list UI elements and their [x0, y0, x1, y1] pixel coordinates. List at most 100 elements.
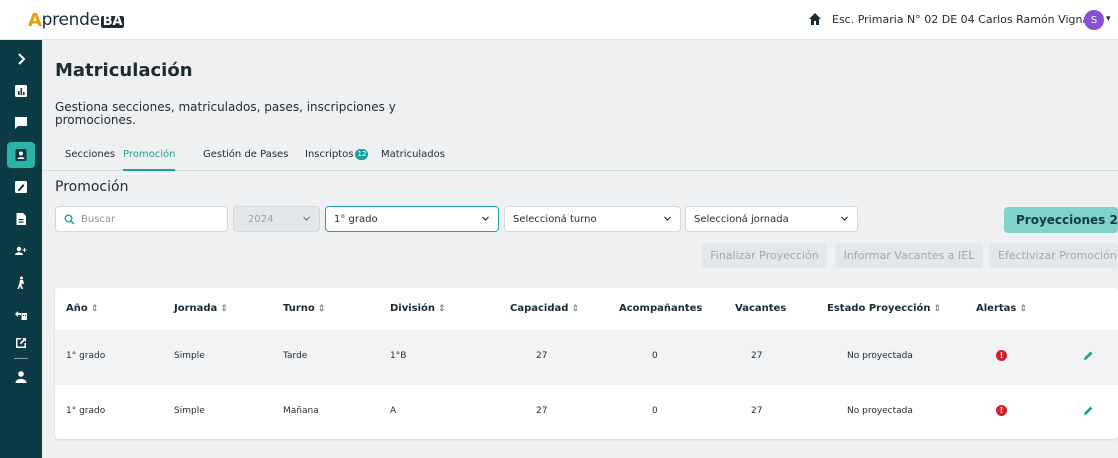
- edit-icon[interactable]: [1082, 404, 1095, 417]
- column-header-jornada[interactable]: Jornada ⇕: [174, 303, 228, 314]
- cell-anio: 1° grado: [66, 406, 106, 416]
- sidebar-item-transfers[interactable]: [7, 302, 35, 328]
- tab-secciones[interactable]: Secciones: [65, 149, 115, 169]
- cell-estado-proyeccion: No proyectada: [847, 351, 913, 361]
- cell-vacantes: 27: [751, 351, 763, 361]
- page-description: Gestiona secciones, matriculados, pases,…: [55, 100, 396, 127]
- cell-vacantes: 27: [751, 406, 763, 416]
- column-label: Acompañantes: [619, 303, 703, 314]
- tab-label: Matriculados: [381, 149, 445, 160]
- tab-promocion[interactable]: Promoción: [123, 149, 176, 171]
- grade-select[interactable]: 1° grado: [325, 206, 499, 232]
- cell-anio: 1° grado: [66, 351, 106, 361]
- table-header: Año ⇕ Jornada ⇕ Turno ⇕ División ⇕ Capacidad…: [55, 288, 1118, 330]
- shift-select[interactable]: Seleccioná turno: [504, 206, 681, 232]
- section-title: Promoción: [55, 179, 129, 195]
- cell-division: A: [390, 406, 397, 416]
- column-header-capacidad[interactable]: Capacidad ⇕: [510, 303, 579, 314]
- chevron-down-icon: [664, 216, 671, 221]
- day-select-placeholder: Seleccioná jornada: [694, 213, 789, 225]
- year-select[interactable]: 2024: [233, 206, 320, 232]
- sidebar-item-external[interactable]: [7, 330, 35, 356]
- logo-letter: A: [28, 9, 42, 31]
- tab-label: Gestión de Pases: [203, 149, 289, 160]
- sidebar-item-documents[interactable]: [7, 206, 35, 232]
- sidebar-item-grades[interactable]: [7, 174, 35, 200]
- sidebar-item-enrollment[interactable]: [7, 142, 35, 168]
- sidebar-expand-button[interactable]: [7, 46, 35, 72]
- person-icon: [15, 371, 27, 383]
- tab-label: Promoción: [123, 149, 176, 160]
- student-id-icon: [15, 149, 27, 161]
- column-header-turno[interactable]: Turno ⇕: [283, 303, 325, 314]
- year-select-value: 2024: [248, 213, 274, 225]
- sidebar: [0, 40, 42, 458]
- chevron-down-icon[interactable]: ▾: [1106, 14, 1111, 24]
- tab-gestion-de-pases[interactable]: Gestión de Pases: [203, 149, 288, 169]
- tab-inscriptos[interactable]: Inscriptos 12: [305, 149, 369, 169]
- tab-label: Inscriptos: [305, 149, 354, 160]
- search-input[interactable]: Buscar: [55, 206, 228, 232]
- column-label: Vacantes: [735, 303, 787, 314]
- column-header-division[interactable]: División ⇕: [390, 303, 446, 314]
- report-vacancies-button[interactable]: Informar Vacantes a IEL: [835, 243, 983, 268]
- edit-note-icon: [15, 181, 27, 193]
- cell-acompanantes: 0: [652, 406, 658, 416]
- cell-estado-proyeccion: No proyectada: [847, 406, 913, 416]
- column-header-estado-proyeccion[interactable]: Estado Proyección ⇕: [827, 303, 941, 314]
- sort-icon: ⇕: [317, 304, 326, 314]
- sidebar-item-activities[interactable]: [7, 270, 35, 296]
- logo-word: prende: [41, 10, 100, 30]
- cell-capacidad: 27: [536, 406, 548, 416]
- cell-turno: Tarde: [283, 351, 308, 361]
- group-add-icon: [15, 246, 27, 255]
- projections-button[interactable]: Proyecciones 2025: [1004, 207, 1118, 233]
- aprende-ba-logo[interactable]: Aprende BA: [28, 8, 125, 32]
- school-selector[interactable]: Esc. Primaria N° 02 DE 04 Carlos Ramón V…: [808, 12, 1099, 26]
- school-name: Esc. Primaria N° 02 DE 04 Carlos Ramón V…: [832, 12, 1100, 26]
- shift-select-placeholder: Seleccioná turno: [513, 213, 597, 225]
- cell-turno: Mañana: [283, 406, 319, 416]
- sidebar-divider: [14, 358, 28, 359]
- column-label: Estado Proyección: [827, 303, 931, 314]
- sort-icon: ⇕: [438, 304, 446, 314]
- sidebar-item-profile[interactable]: [7, 364, 35, 390]
- column-label: Turno: [283, 303, 315, 314]
- column-label: Jornada: [174, 303, 218, 314]
- search-icon: [64, 214, 75, 225]
- sort-icon: ⇕: [571, 304, 579, 314]
- day-select[interactable]: Seleccioná jornada: [685, 206, 858, 232]
- tab-matriculados[interactable]: Matriculados: [381, 149, 445, 169]
- edit-icon[interactable]: [1082, 349, 1095, 362]
- grade-select-value: 1° grado: [334, 213, 378, 225]
- column-label: Capacidad: [510, 303, 569, 314]
- alert-icon[interactable]: !: [996, 405, 1007, 416]
- page-title: Matriculación: [55, 60, 193, 81]
- home-icon: [809, 13, 821, 25]
- chevron-down-icon: [303, 216, 310, 221]
- sort-icon: ⇕: [1019, 304, 1027, 314]
- school-transfer-icon: [15, 311, 27, 320]
- user-avatar[interactable]: S: [1084, 10, 1104, 30]
- column-header-alertas[interactable]: Alertas ⇕: [976, 303, 1027, 314]
- sidebar-item-messages[interactable]: [7, 110, 35, 136]
- cell-capacidad: 27: [536, 351, 548, 361]
- sort-icon: ⇕: [933, 304, 942, 314]
- logo-ba: BA: [100, 13, 125, 29]
- tab-bar: Secciones Promoción Gestión de Pases Ins…: [42, 144, 1118, 171]
- sidebar-item-dashboard[interactable]: [7, 78, 35, 104]
- chevron-down-icon: [482, 216, 489, 221]
- top-bar: Aprende BA Esc. Primaria N° 02 DE 04 Carl…: [0, 0, 1118, 40]
- finalize-projection-button[interactable]: Finalizar Proyección: [702, 243, 827, 268]
- sidebar-item-staff[interactable]: [7, 238, 35, 264]
- column-label: División: [390, 303, 436, 314]
- inscriptos-count-badge: 12: [355, 149, 369, 160]
- sort-icon: ⇕: [90, 304, 99, 314]
- alert-icon[interactable]: !: [996, 350, 1007, 361]
- search-placeholder: Buscar: [81, 213, 116, 225]
- open-external-icon: [16, 338, 26, 348]
- make-promotion-effective-button[interactable]: Efectivizar Promoción: [989, 243, 1118, 268]
- document-icon: [16, 213, 26, 225]
- column-header-anio[interactable]: Año ⇕: [66, 303, 98, 314]
- column-header-vacantes: Vacantes: [735, 303, 786, 314]
